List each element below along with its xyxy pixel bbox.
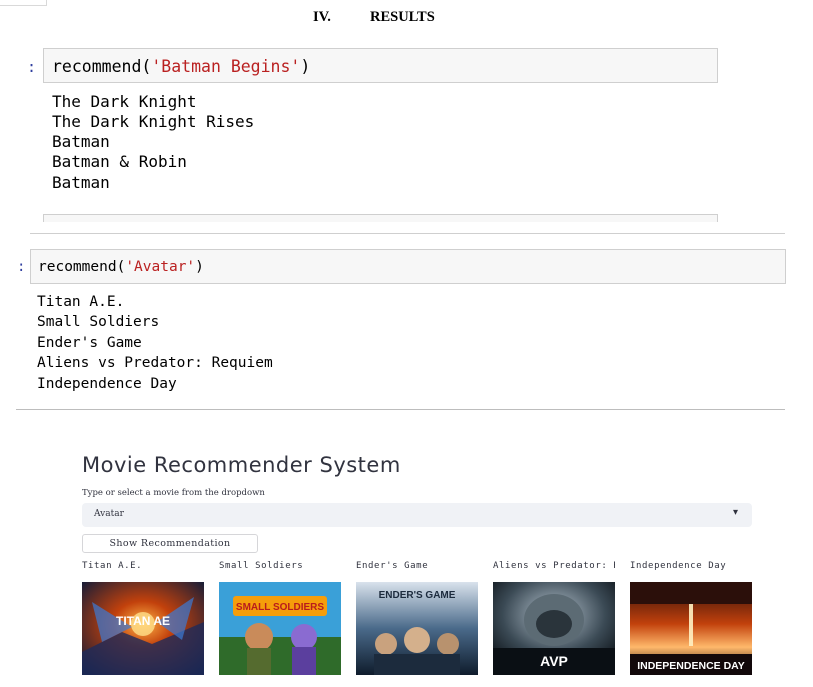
next-cell-edge xyxy=(43,214,718,222)
section-number: IV. xyxy=(313,9,331,25)
poster-enders-game: ENDER'S GAME xyxy=(356,582,478,675)
movie-title: Small Soldiers xyxy=(219,561,304,571)
code-string-arg: 'Avatar' xyxy=(125,259,196,275)
divider xyxy=(16,409,785,410)
poster-titan-ae: TITAN AE xyxy=(82,582,204,675)
movie-title: Ender's Game xyxy=(356,561,429,571)
code-cell-batman[interactable]: recommend('Batman Begins') xyxy=(43,48,718,83)
movie-title: Independence Day xyxy=(630,561,727,571)
divider xyxy=(30,233,785,234)
output-line: Independence Day xyxy=(37,376,177,392)
poster-independence-day: INDEPENDENCE DAY xyxy=(630,582,752,675)
code-string-arg: 'Batman Begins' xyxy=(151,57,301,76)
output-line: Batman xyxy=(52,173,110,192)
code-close-paren: ) xyxy=(195,259,204,275)
code-fn: recommend( xyxy=(52,57,152,76)
chevron-down-icon[interactable]: ▾ xyxy=(733,507,738,518)
poster-text: SMALL SOLDIERS xyxy=(236,602,324,613)
movie-title: Aliens vs Predator: Requiem xyxy=(493,561,615,571)
poster-text: TITAN AE xyxy=(116,614,170,628)
poster-avp-requiem: AVP xyxy=(493,582,615,675)
select-value: Avatar xyxy=(94,509,124,519)
output-line: Small Soldiers xyxy=(37,314,160,330)
output-line: The Dark Knight xyxy=(52,92,197,111)
poster-small-soldiers: SMALL SOLDIERS xyxy=(219,582,341,675)
section-title: RESULTS xyxy=(370,9,435,25)
movie-title: Titan A.E. xyxy=(82,561,143,571)
output-line: Batman xyxy=(52,132,110,151)
poster-text: ENDER'S GAME xyxy=(379,590,456,601)
output-line: Titan A.E. xyxy=(37,294,125,310)
show-recommendation-button[interactable]: Show Recommendation xyxy=(82,534,258,553)
movie-select[interactable]: Avatar ▾ xyxy=(82,503,752,527)
output-line: Batman & Robin xyxy=(52,152,187,171)
cell-prompt: : xyxy=(17,259,26,275)
output-line: The Dark Knight Rises xyxy=(52,112,255,131)
select-label: Type or select a movie from the dropdown xyxy=(82,488,265,498)
code-close-paren: ) xyxy=(300,57,311,76)
output-line: Ender's Game xyxy=(37,335,142,351)
code-fn: recommend( xyxy=(38,259,126,275)
cell-prompt: : xyxy=(27,58,37,76)
poster-text: AVP xyxy=(540,653,568,669)
code-cell-avatar[interactable]: recommend('Avatar') xyxy=(30,249,786,284)
poster-text: INDEPENDENCE DAY xyxy=(637,660,745,672)
output-line: Aliens vs Predator: Requiem xyxy=(37,355,273,371)
app-title: Movie Recommender System xyxy=(82,453,401,477)
previous-cell-corner xyxy=(0,0,47,6)
